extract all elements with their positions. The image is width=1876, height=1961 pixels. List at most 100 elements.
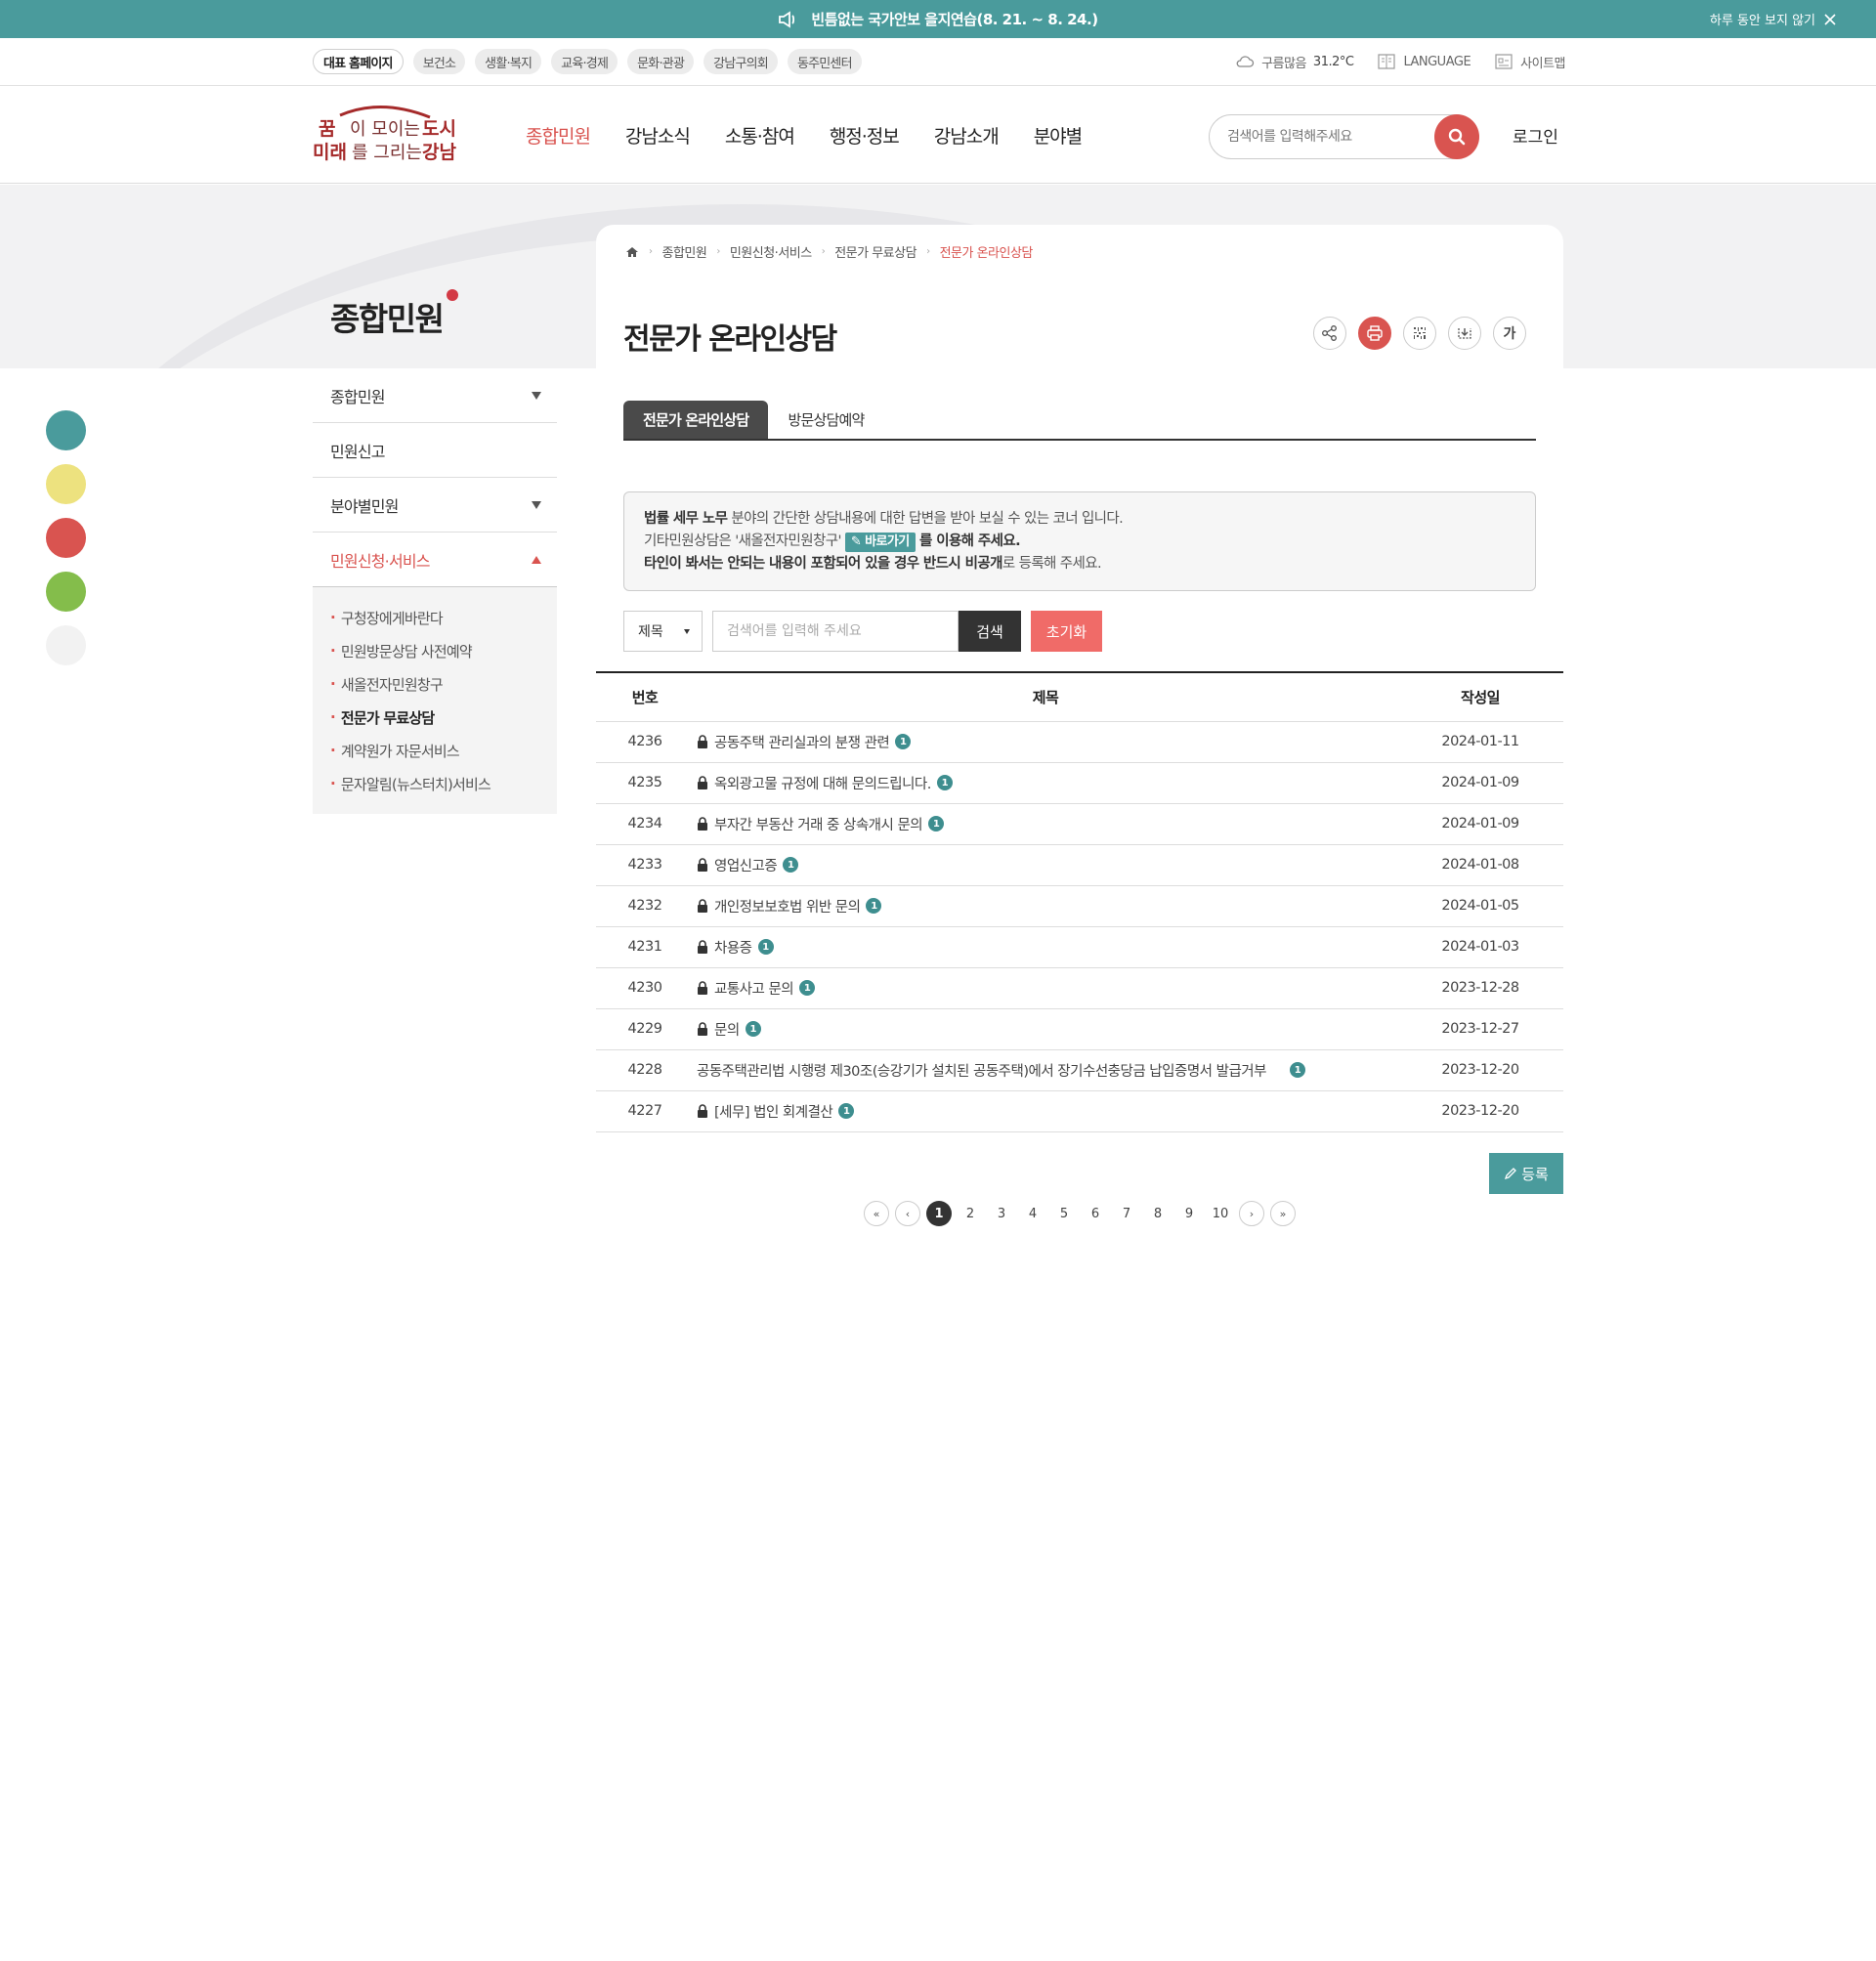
lnb-item-fields[interactable]: 분야별민원	[313, 478, 557, 533]
qr-button[interactable]	[1403, 317, 1436, 350]
theme-dot-green[interactable]	[46, 572, 86, 612]
lnb-sub-item[interactable]: 민원방문상담 사전예약	[330, 634, 557, 667]
post-title-link[interactable]: 공동주택관리법 시행령 제30조(승강기가 설치된 공동주택)에서 장기수선충당…	[697, 1060, 1266, 1081]
last-page-button[interactable]: »	[1270, 1201, 1296, 1226]
page-number[interactable]: 4	[1020, 1201, 1045, 1226]
theme-dot-red[interactable]	[46, 518, 86, 558]
site-link-main[interactable]: 대표 홈페이지	[313, 49, 404, 74]
lnb-sub-item[interactable]: 문자알림(뉴스터치)서비스	[330, 767, 557, 800]
search-input[interactable]	[1227, 125, 1423, 149]
post-title-link[interactable]: 부자간 부동산 거래 중 상속개시 문의	[714, 814, 923, 834]
info-line-1-text: 분야의 간단한 상담내용에 대한 답변을 받아 보실 수 있는 코너 입니다.	[727, 511, 1124, 527]
notice-message-wrap[interactable]: 빈틈없는 국가안보 을지연습(8. 21. ~ 8. 24.)	[0, 0, 1876, 38]
lnb-sub-item-current[interactable]: 전문가 무료상담	[330, 701, 557, 734]
table-row[interactable]: 4235 옥외광고물 규정에 대해 문의드립니다. 1 2024-01-09	[596, 762, 1563, 804]
table-row[interactable]: 4233 영업신고증 1 2024-01-08	[596, 844, 1563, 886]
post-title-link[interactable]: 차용증	[714, 937, 752, 958]
page-number[interactable]: 8	[1145, 1201, 1171, 1226]
home-icon[interactable]	[625, 246, 639, 258]
info-line-3-bold: 타인이 봐서는 안되는 내용이 포함되어 있을 경우 반드시 비공개	[644, 556, 1002, 572]
page-number[interactable]: 6	[1083, 1201, 1108, 1226]
theme-dot-grey[interactable]	[46, 625, 86, 665]
table-row[interactable]: 4236 공동주택 관리실과의 분쟁 관련 1 2024-01-11	[596, 721, 1563, 763]
lnb-sub-item[interactable]: 새올전자민원창구	[330, 667, 557, 701]
login-link[interactable]: 로그인	[1513, 123, 1558, 148]
table-row[interactable]: 4227 [세무] 법인 회계결산 1 2023-12-20	[596, 1090, 1563, 1132]
shortcut-button[interactable]: ✎ 바로가기	[844, 533, 916, 552]
site-link-health[interactable]: 보건소	[412, 49, 466, 74]
keyword-input[interactable]	[713, 612, 958, 651]
prev-page-button[interactable]: ‹	[895, 1201, 920, 1226]
site-link-council[interactable]: 강남구의회	[704, 49, 778, 74]
font-size-button[interactable]: 가	[1493, 317, 1526, 350]
nav-admin[interactable]: 행정·정보	[830, 122, 900, 149]
nav-intro[interactable]: 강남소개	[934, 122, 1000, 149]
search-button[interactable]	[1434, 114, 1479, 159]
language-link[interactable]: LANGUAGE	[1377, 53, 1471, 70]
table-row[interactable]: 4234 부자간 부동산 거래 중 상속개시 문의 1 2024-01-09	[596, 803, 1563, 845]
post-title-link[interactable]: 교통사고 문의	[714, 978, 794, 999]
site-link-welfare[interactable]: 생활·복지	[475, 49, 542, 74]
logo[interactable]: 꿈 이 모이는 도시 미래 를 그리는 강남	[313, 102, 461, 162]
cell-no: 4231	[596, 926, 694, 968]
table-row[interactable]: 4231 차용증 1 2024-01-03	[596, 926, 1563, 968]
qr-icon	[1411, 324, 1428, 342]
post-title-link[interactable]: 옥외광고물 규정에 대해 문의드립니다.	[714, 773, 931, 793]
board-table: 번호 제목 작성일 4236 공동주택 관리실과의 분쟁 관련 1 2024-01-1…	[596, 671, 1563, 1132]
write-button[interactable]: 등록	[1489, 1153, 1563, 1194]
nav-news[interactable]: 강남소식	[625, 122, 691, 149]
cell-no: 4236	[596, 721, 694, 763]
site-link-community[interactable]: 동주민센터	[787, 49, 862, 74]
reset-button[interactable]: 초기화	[1031, 611, 1102, 652]
breadcrumb-item[interactable]: 종합민원	[662, 242, 707, 261]
cell-no: 4232	[596, 885, 694, 927]
post-title-link[interactable]: 개인정보보호법 위반 문의	[714, 896, 861, 917]
reply-count-badge: 1	[745, 1021, 761, 1037]
sitemap-link[interactable]: 사이트맵	[1494, 53, 1565, 71]
first-page-button[interactable]: «	[864, 1201, 889, 1226]
search-type-select[interactable]: 제목	[623, 611, 703, 652]
lnb-item-service[interactable]: 민원신청·서비스	[313, 533, 557, 587]
lnb-item-civil[interactable]: 종합민원	[313, 368, 557, 423]
next-page-button[interactable]: ›	[1239, 1201, 1264, 1226]
page-title: 전문가 온라인상담	[623, 322, 837, 357]
theme-dot-teal[interactable]	[46, 410, 86, 450]
breadcrumb-item[interactable]: 전문가 무료상담	[834, 242, 917, 261]
table-row[interactable]: 4232 개인정보보호법 위반 문의 1 2024-01-05	[596, 885, 1563, 927]
post-title-link[interactable]: 공동주택 관리실과의 분쟁 관련	[714, 732, 890, 752]
page-number[interactable]: 3	[989, 1201, 1014, 1226]
notice-close-button[interactable]: 하루 동안 보지 않기	[1710, 0, 1837, 38]
post-title-link[interactable]: 영업신고증	[714, 855, 778, 875]
page-number[interactable]: 5	[1051, 1201, 1077, 1226]
print-button[interactable]	[1358, 317, 1391, 350]
nav-civil[interactable]: 종합민원	[526, 122, 591, 149]
board-search-button[interactable]: 검색	[959, 611, 1021, 652]
page-number[interactable]: 10	[1208, 1201, 1233, 1226]
lnb-sub-item[interactable]: 구청장에게바란다	[330, 601, 557, 634]
page-number[interactable]: 2	[958, 1201, 983, 1226]
table-row[interactable]: 4230 교통사고 문의 1 2023-12-28	[596, 967, 1563, 1009]
lnb-item-report[interactable]: 민원신고	[313, 423, 557, 478]
post-title-link[interactable]: 문의	[714, 1019, 740, 1040]
table-row[interactable]: 4228 공동주택관리법 시행령 제30조(승강기가 설치된 공동주택)에서 장기…	[596, 1049, 1563, 1091]
caret-down-icon	[684, 628, 690, 634]
share-button[interactable]	[1313, 317, 1346, 350]
lnb-sub-item[interactable]: 계약원가 자문서비스	[330, 734, 557, 767]
theme-dot-yellow[interactable]	[46, 464, 86, 504]
download-button[interactable]	[1448, 317, 1481, 350]
page-number[interactable]: 7	[1114, 1201, 1139, 1226]
page-number[interactable]: 1	[926, 1201, 952, 1226]
nav-fields[interactable]: 분야별	[1034, 122, 1083, 149]
site-link-education[interactable]: 교육·경제	[551, 49, 618, 74]
nav-participation[interactable]: 소통·참여	[725, 122, 795, 149]
title-wrap: [세무] 법인 회계결산 1	[697, 1101, 1397, 1122]
title-wrap: 공동주택관리법 시행령 제30조(승강기가 설치된 공동주택)에서 장기수선충당…	[697, 1060, 1397, 1081]
table-row[interactable]: 4229 문의 1 2023-12-27	[596, 1008, 1563, 1050]
breadcrumb-item[interactable]: 민원신청·서비스	[730, 242, 812, 261]
tab-visit-reservation[interactable]: 방문상담예약	[768, 401, 883, 439]
page-number[interactable]: 9	[1176, 1201, 1202, 1226]
post-title-link[interactable]: [세무] 법인 회계결산	[714, 1101, 833, 1122]
tab-online-consult[interactable]: 전문가 온라인상담	[623, 401, 769, 439]
title-wrap: 차용증 1	[697, 937, 1397, 958]
site-link-culture[interactable]: 문화·관광	[627, 49, 695, 74]
